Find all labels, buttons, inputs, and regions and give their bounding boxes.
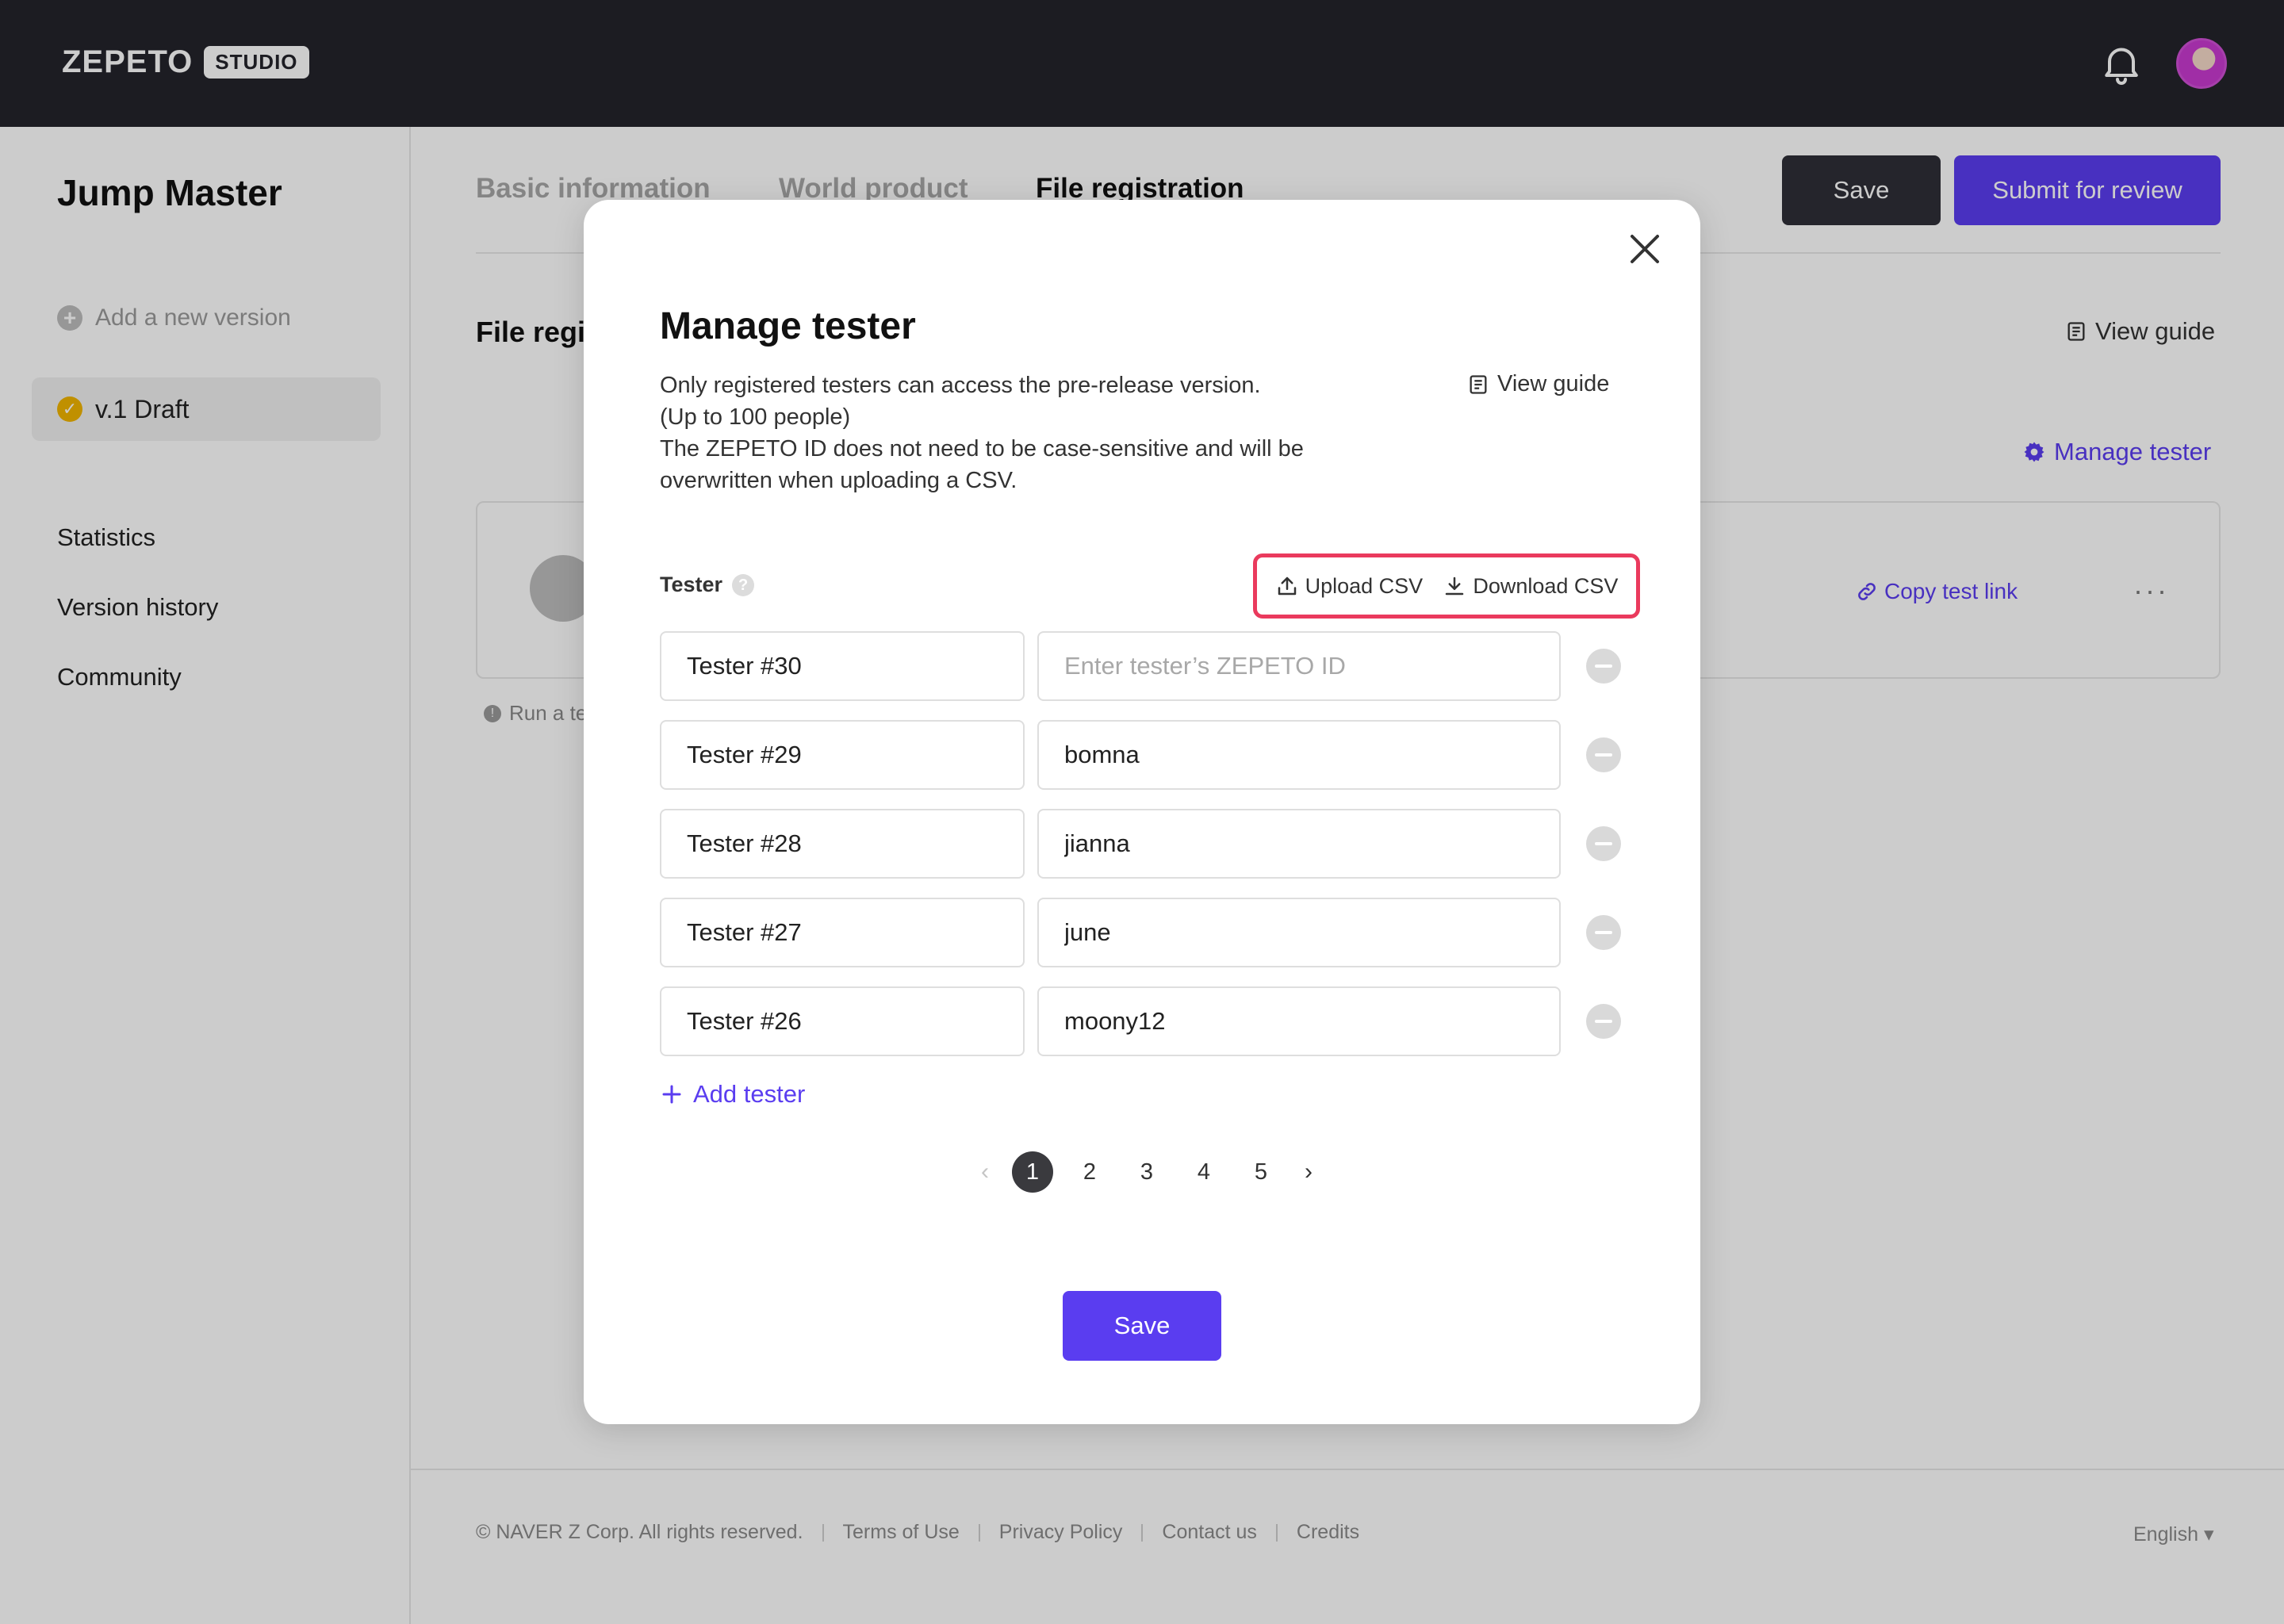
tester-id-input[interactable] [1037, 631, 1561, 701]
tester-name-field[interactable]: Tester #30 [660, 631, 1025, 701]
chevron-left-icon[interactable]: ‹ [966, 1159, 1004, 1185]
add-tester-label: Add tester [693, 1080, 806, 1108]
tester-row: Tester #26 [660, 986, 1621, 1056]
upload-icon [1278, 576, 1296, 596]
csv-actions: Upload CSV Download CSV [1253, 553, 1640, 619]
remove-icon[interactable] [1586, 737, 1621, 772]
modal-save-button[interactable]: Save [1063, 1291, 1221, 1361]
upload-csv-button[interactable]: Upload CSV [1275, 573, 1424, 599]
manage-tester-modal: Manage tester Only registered testers ca… [584, 200, 1700, 1424]
page-button[interactable]: 2 [1069, 1151, 1110, 1193]
document-icon [1470, 374, 1487, 394]
download-icon [1446, 576, 1464, 596]
tester-id-input[interactable] [1037, 986, 1561, 1056]
tester-name-field[interactable]: Tester #29 [660, 720, 1025, 790]
modal-title: Manage tester [660, 305, 916, 347]
pagination: ‹ 1 2 3 4 5 › [966, 1151, 1328, 1193]
description-line: The ZEPETO ID does not need to be case-s… [660, 436, 1304, 462]
tester-name-field[interactable]: Tester #28 [660, 809, 1025, 879]
tester-id-input[interactable] [1037, 720, 1561, 790]
tester-name-field[interactable]: Tester #27 [660, 898, 1025, 967]
modal-view-guide-link[interactable]: View guide [1467, 371, 1609, 397]
plus-icon [662, 1085, 681, 1104]
page-button[interactable]: 3 [1126, 1151, 1167, 1193]
download-csv-label: Download CSV [1473, 573, 1619, 598]
view-guide-label: View guide [1497, 371, 1610, 396]
tester-name-field[interactable]: Tester #26 [660, 986, 1025, 1056]
page-button[interactable]: 4 [1183, 1151, 1224, 1193]
tester-row: Tester #28 [660, 809, 1621, 879]
modal-description: Only registered testers can access the p… [660, 370, 1374, 496]
download-csv-button[interactable]: Download CSV [1443, 574, 1618, 599]
close-icon[interactable] [1626, 230, 1664, 268]
description-line: overwritten when uploading a CSV. [660, 468, 1017, 493]
tester-id-input[interactable] [1037, 898, 1561, 967]
chevron-right-icon[interactable]: › [1290, 1159, 1328, 1185]
remove-icon[interactable] [1586, 915, 1621, 950]
tester-section-label: Tester ? [660, 573, 755, 597]
page-button[interactable]: 5 [1240, 1151, 1282, 1193]
page-button[interactable]: 1 [1012, 1151, 1053, 1193]
tester-row: Tester #30 [660, 631, 1621, 701]
remove-icon[interactable] [1586, 649, 1621, 684]
tester-id-input[interactable] [1037, 809, 1561, 879]
remove-icon[interactable] [1586, 826, 1621, 861]
help-icon[interactable]: ? [732, 573, 755, 596]
description-line: (Up to 100 people) [660, 404, 851, 430]
tester-row: Tester #27 [660, 898, 1621, 967]
upload-csv-label: Upload CSV [1305, 573, 1424, 598]
tester-row: Tester #29 [660, 720, 1621, 790]
tester-label: Tester [660, 573, 723, 596]
add-tester-button[interactable]: Add tester [660, 1080, 805, 1109]
remove-icon[interactable] [1586, 1004, 1621, 1039]
description-line: Only registered testers can access the p… [660, 373, 1261, 398]
